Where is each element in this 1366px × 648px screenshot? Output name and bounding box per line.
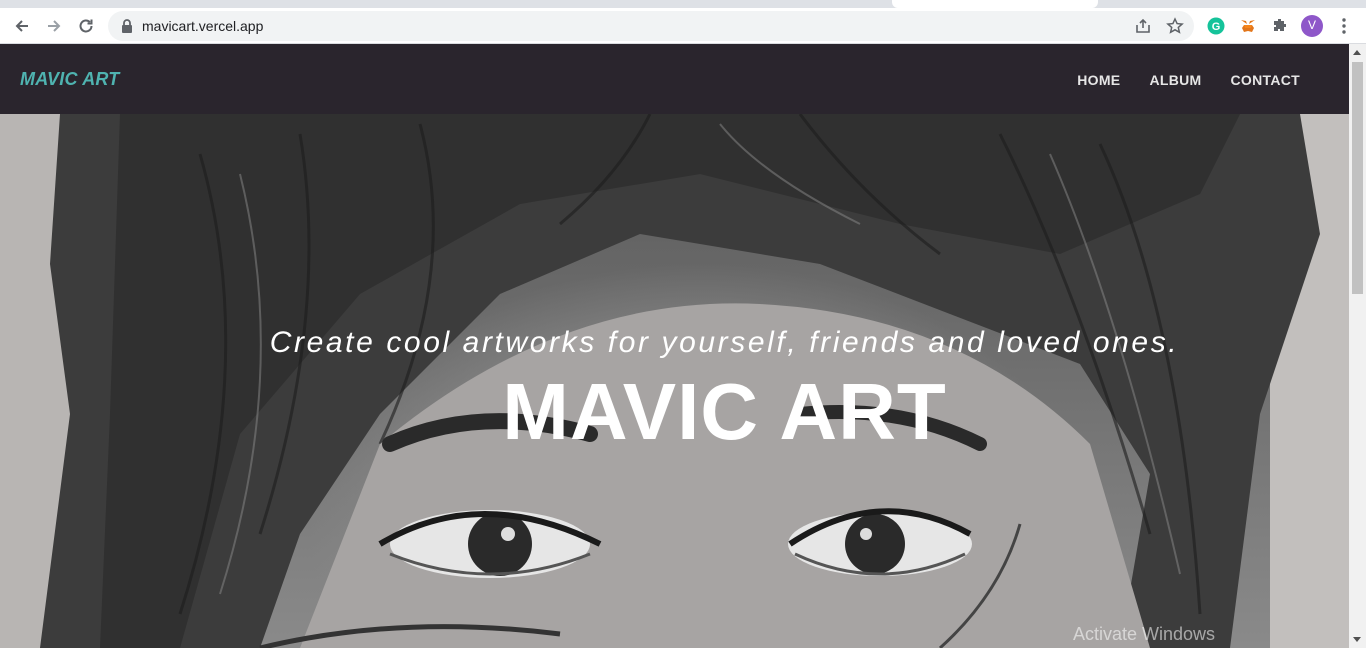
grammarly-extension[interactable]: G — [1205, 15, 1227, 37]
scrollbar-thumb[interactable] — [1352, 62, 1363, 294]
hero-subtitle: Create cool artworks for yourself, frien… — [269, 326, 1180, 359]
nav-album[interactable]: ALBUM — [1149, 72, 1201, 88]
nav-menu: HOME ALBUM CONTACT — [1077, 72, 1300, 88]
svg-text:G: G — [1212, 21, 1221, 33]
scroll-down-arrow-icon[interactable] — [1353, 637, 1361, 642]
grammarly-icon: G — [1207, 17, 1225, 35]
hero-section: Create cool artworks for yourself, frien… — [0, 114, 1349, 648]
nav-home[interactable]: HOME — [1077, 72, 1120, 88]
scroll-up-arrow-icon[interactable] — [1353, 50, 1361, 55]
back-button[interactable] — [8, 12, 36, 40]
address-bar[interactable]: mavicart.vercel.app — [108, 11, 1194, 41]
site-navbar: MAVIC ART HOME ALBUM CONTACT — [0, 44, 1349, 114]
star-icon[interactable] — [1166, 17, 1184, 35]
forward-icon — [48, 20, 61, 32]
activate-windows-watermark: Activate Windows — [1073, 624, 1216, 644]
profile-avatar[interactable]: V — [1301, 15, 1323, 37]
extensions-button[interactable] — [1269, 15, 1291, 37]
tab-strip — [0, 0, 1366, 8]
extensions-icon — [1274, 19, 1286, 31]
back-icon — [15, 20, 28, 32]
reload-button[interactable] — [72, 12, 100, 40]
menu-icon — [1342, 18, 1346, 34]
forward-button[interactable] — [40, 12, 68, 40]
brand-logo[interactable]: MAVIC ART — [20, 69, 119, 90]
hero-title: MAVIC ART — [502, 367, 947, 456]
nav-contact[interactable]: CONTACT — [1231, 72, 1301, 88]
profile-initial: V — [1307, 18, 1316, 32]
metamask-icon — [1241, 20, 1255, 32]
metamask-extension[interactable] — [1237, 15, 1259, 37]
active-tab[interactable] — [892, 0, 1098, 8]
share-icon[interactable] — [1134, 17, 1152, 35]
webpage: MAVIC ART HOME ALBUM CONTACT Create cool… — [0, 44, 1349, 648]
page-scrollbar[interactable] — [1349, 44, 1366, 648]
browser-toolbar: mavicart.vercel.app G V — [0, 8, 1366, 44]
url-text[interactable]: mavicart.vercel.app — [142, 18, 263, 34]
reload-icon — [79, 19, 93, 33]
lock-icon — [122, 19, 132, 33]
browser-menu-button[interactable] — [1333, 15, 1355, 37]
